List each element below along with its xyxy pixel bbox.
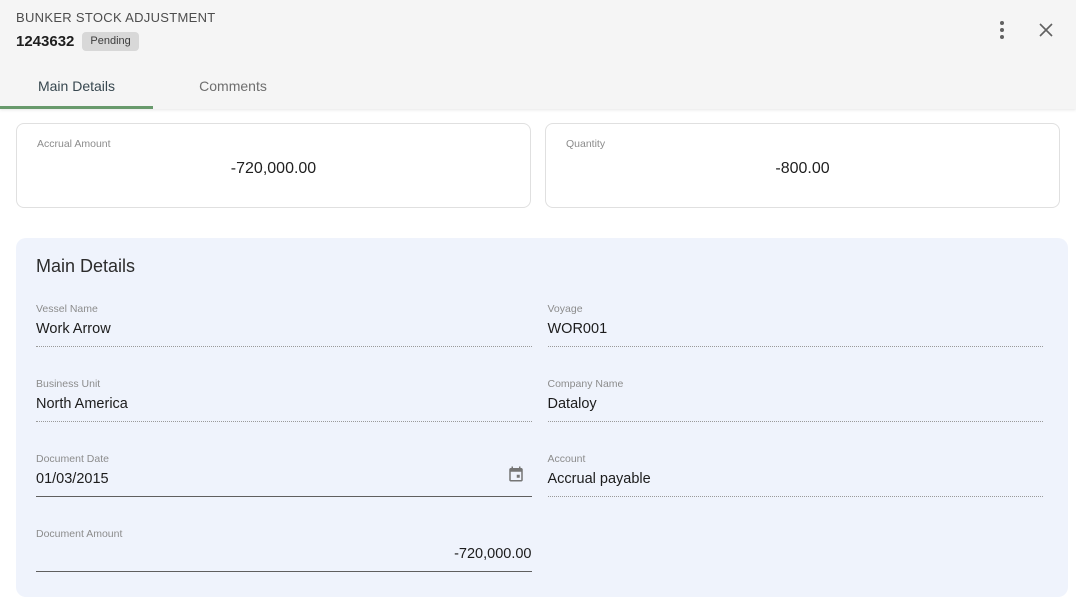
status-badge: Pending	[82, 32, 138, 51]
field-voyage: Voyage WOR001	[548, 303, 1044, 347]
close-icon[interactable]	[1032, 16, 1060, 44]
accrual-amount-label: Accrual Amount	[37, 138, 510, 150]
calendar-icon[interactable]	[506, 465, 526, 485]
accrual-amount-card: Accrual Amount -720,000.00	[16, 123, 531, 208]
business-unit-value: North America	[36, 396, 532, 422]
tab-main-details[interactable]: Main Details	[0, 65, 153, 109]
voyage-value: WOR001	[548, 321, 1044, 347]
field-business-unit: Business Unit North America	[36, 378, 532, 422]
field-company-name: Company Name Dataloy	[548, 378, 1044, 422]
main-details-title: Main Details	[36, 256, 1043, 277]
document-amount-label: Document Amount	[36, 528, 532, 540]
empty-grid-cell	[548, 528, 1044, 572]
summary-cards-row: Accrual Amount -720,000.00 Quantity -800…	[0, 109, 1076, 208]
voyage-label: Voyage	[548, 303, 1044, 315]
document-id-row: 1243632 Pending	[16, 32, 216, 51]
main-details-panel: Main Details Vessel Name Work Arrow Voya…	[16, 238, 1068, 597]
fields-grid: Vessel Name Work Arrow Voyage WOR001 Bus…	[36, 303, 1043, 572]
field-document-amount[interactable]: Document Amount -720,000.00	[36, 528, 532, 572]
document-id: 1243632	[16, 33, 74, 50]
document-amount-value[interactable]: -720,000.00	[36, 546, 532, 572]
field-document-date[interactable]: Document Date 01/03/2015	[36, 453, 532, 497]
company-name-label: Company Name	[548, 378, 1044, 390]
document-date-label: Document Date	[36, 453, 532, 465]
tab-bar: Main Details Comments	[0, 65, 1076, 109]
account-value: Accrual payable	[548, 471, 1044, 497]
quantity-value: -800.00	[566, 160, 1039, 178]
document-date-value[interactable]: 01/03/2015	[36, 471, 532, 497]
business-unit-label: Business Unit	[36, 378, 532, 390]
account-label: Account	[548, 453, 1044, 465]
field-vessel-name: Vessel Name Work Arrow	[36, 303, 532, 347]
quantity-label: Quantity	[566, 138, 1039, 150]
accrual-amount-value: -720,000.00	[37, 160, 510, 178]
company-name-value: Dataloy	[548, 396, 1044, 422]
vessel-name-value: Work Arrow	[36, 321, 532, 347]
kebab-menu-icon[interactable]	[988, 16, 1016, 44]
vessel-name-label: Vessel Name	[36, 303, 532, 315]
tab-comments[interactable]: Comments	[153, 65, 313, 109]
dialog-title: BUNKER STOCK ADJUSTMENT	[16, 10, 216, 25]
dialog-header: BUNKER STOCK ADJUSTMENT 1243632 Pending …	[0, 0, 1076, 109]
field-account: Account Accrual payable	[548, 453, 1044, 497]
quantity-card: Quantity -800.00	[545, 123, 1060, 208]
